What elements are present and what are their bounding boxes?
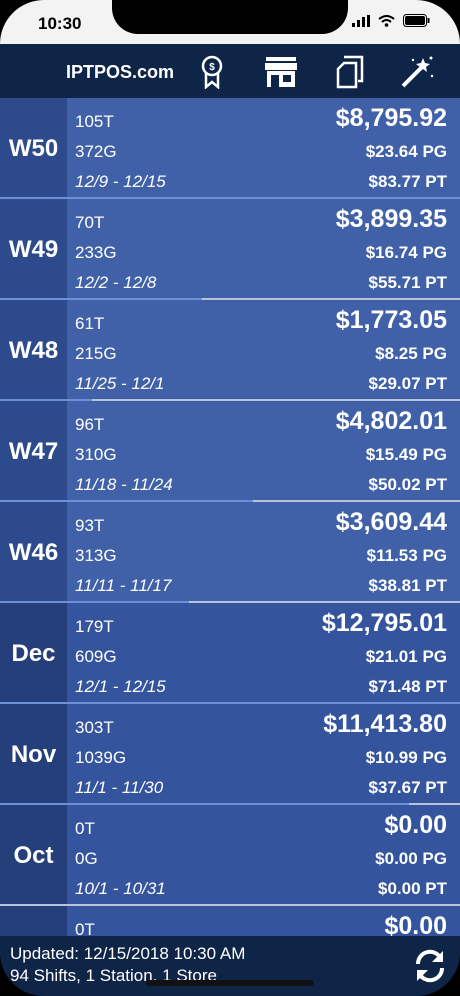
sales-total: $0.00 <box>384 912 447 936</box>
gallon-count: 313G <box>75 546 117 565</box>
date-range: 11/11 - 11/17 <box>75 576 172 595</box>
period-label <box>0 906 67 936</box>
sales-total: $11,413.80 <box>323 710 447 738</box>
per-ticket: $83.77 PT <box>368 172 447 191</box>
app-title[interactable]: IPTPOS.com <box>66 62 174 83</box>
summary-row[interactable]: 0T $0.00 <box>0 906 460 936</box>
per-ticket: $71.48 PT <box>368 677 447 696</box>
per-ticket: $55.71 PT <box>368 273 447 292</box>
copy-icon[interactable] <box>332 54 368 90</box>
summary-list[interactable]: W50 105T 372G 12/9 - 12/15 $8,795.92 $23.64 P… <box>0 98 460 936</box>
store-icon[interactable] <box>263 54 299 90</box>
period-label: W49 <box>0 199 67 300</box>
sales-total: $4,802.01 <box>335 407 447 435</box>
period-label: W48 <box>0 300 67 401</box>
gallon-count: 310G <box>75 445 117 464</box>
date-range: 12/9 - 12/15 <box>75 172 166 191</box>
date-range: 12/1 - 12/15 <box>75 677 166 696</box>
gallon-count: 0G <box>75 849 98 868</box>
per-gallon: $16.74 PG <box>365 243 447 262</box>
refresh-icon[interactable] <box>410 946 450 986</box>
sales-total: $0.00 <box>384 811 447 839</box>
period-label: W46 <box>0 502 67 603</box>
device-notch <box>112 0 348 34</box>
row-content: 179T 609G 12/1 - 12/15 $12,795.01 $21.01 PG $… <box>67 603 460 704</box>
gallon-count: 233G <box>75 243 117 262</box>
date-range: 11/1 - 11/30 <box>75 778 164 797</box>
per-gallon: $10.99 PG <box>365 748 447 767</box>
row-content: 70T 233G 12/2 - 12/8 $3,899.35 $16.74 PG $55.… <box>67 199 460 300</box>
per-gallon: $0.00 PG <box>375 849 447 868</box>
magic-wand-icon[interactable] <box>399 54 435 90</box>
signal-icon <box>352 14 370 27</box>
gallon-count: 372G <box>75 142 117 161</box>
per-gallon: $21.01 PG <box>365 647 447 666</box>
summary-row[interactable]: Dec 179T 609G 12/1 - 12/15 $12,795.01 $21.01 … <box>0 603 460 704</box>
ticket-count: 70T <box>75 213 105 232</box>
row-content: 105T 372G 12/9 - 12/15 $8,795.92 $23.64 PG $8… <box>67 98 460 199</box>
period-label: W50 <box>0 98 67 199</box>
wifi-icon <box>378 14 395 27</box>
sales-total: $12,795.01 <box>321 609 447 637</box>
row-content: 0T $0.00 <box>67 906 460 936</box>
footer-bar: Updated: 12/15/2018 10:30 AM 94 Shifts, … <box>0 936 460 996</box>
per-gallon: $15.49 PG <box>365 445 447 464</box>
summary-row[interactable]: W47 96T 310G 11/18 - 11/24 $4,802.01 $15.49 P… <box>0 401 460 502</box>
gallon-count: 215G <box>75 344 117 363</box>
per-gallon: $23.64 PG <box>365 142 447 161</box>
period-label: Oct <box>0 805 67 906</box>
per-gallon: $11.53 PG <box>366 546 447 565</box>
app-screen: 10:30 IPTPOS.com $ W50 105T 372G 12/9 - 12/… <box>0 0 460 996</box>
gallon-count: 1039G <box>75 748 127 767</box>
row-content: 93T 313G 11/11 - 11/17 $3,609.44 $11.53 PG $3… <box>67 502 460 603</box>
gallon-count: 609G <box>75 647 117 666</box>
status-indicators <box>352 14 430 27</box>
ticket-count: 105T <box>75 112 114 131</box>
date-range: 10/1 - 10/31 <box>75 879 166 898</box>
summary-row[interactable]: W50 105T 372G 12/9 - 12/15 $8,795.92 $23.64 P… <box>0 98 460 199</box>
ticket-count: 303T <box>75 718 114 737</box>
row-content: 303T 1039G 11/1 - 11/30 $11,413.80 $10.99 PG… <box>67 704 460 805</box>
summary-row[interactable]: Oct 0T 0G 10/1 - 10/31 $0.00 $0.00 PG $0.00 PT <box>0 805 460 906</box>
summary-row[interactable]: W48 61T 215G 11/25 - 12/1 $1,773.05 $8.25 PG $… <box>0 300 460 401</box>
sales-total: $3,609.44 <box>335 508 447 536</box>
sales-total: $8,795.92 <box>335 104 447 132</box>
per-ticket: $29.07 PT <box>368 374 447 393</box>
home-indicator <box>146 980 314 986</box>
sales-total: $1,773.05 <box>335 306 447 334</box>
summary-row[interactable]: Nov 303T 1039G 11/1 - 11/30 $11,413.80 $10.99… <box>0 704 460 805</box>
ribbon-icon[interactable]: $ <box>194 54 230 90</box>
date-range: 11/25 - 12/1 <box>75 374 165 393</box>
date-range: 12/2 - 12/8 <box>75 273 157 292</box>
period-label: Nov <box>0 704 67 805</box>
row-content: 0T 0G 10/1 - 10/31 $0.00 $0.00 PG $0.00 PT <box>67 805 460 906</box>
ticket-count: 96T <box>75 415 105 434</box>
sales-total: $3,899.35 <box>335 205 447 233</box>
per-ticket: $37.67 PT <box>368 778 447 797</box>
period-label: W47 <box>0 401 67 502</box>
per-gallon: $8.25 PG <box>375 344 447 363</box>
row-content: 96T 310G 11/18 - 11/24 $4,802.01 $15.49 PG $5… <box>67 401 460 502</box>
period-label: Dec <box>0 603 67 704</box>
ticket-count: 61T <box>75 314 105 333</box>
summary-row[interactable]: W49 70T 233G 12/2 - 12/8 $3,899.35 $16.74 PG $… <box>0 199 460 300</box>
summary-row[interactable]: W46 93T 313G 11/11 - 11/17 $3,609.44 $11.53 P… <box>0 502 460 603</box>
date-range: 11/18 - 11/24 <box>75 475 173 494</box>
status-time: 10:30 <box>38 14 82 33</box>
svg-text:$: $ <box>209 62 215 73</box>
row-content: 61T 215G 11/25 - 12/1 $1,773.05 $8.25 PG $29.… <box>67 300 460 401</box>
battery-icon <box>403 14 430 27</box>
ticket-count: 0T <box>75 920 95 936</box>
ticket-count: 0T <box>75 819 95 838</box>
per-ticket: $50.02 PT <box>368 475 447 494</box>
ticket-count: 179T <box>75 617 114 636</box>
updated-timestamp: Updated: 12/15/2018 10:30 AM <box>10 944 246 963</box>
ticket-count: 93T <box>75 516 105 535</box>
per-ticket: $0.00 PT <box>378 879 447 898</box>
per-ticket: $38.81 PT <box>368 576 447 595</box>
